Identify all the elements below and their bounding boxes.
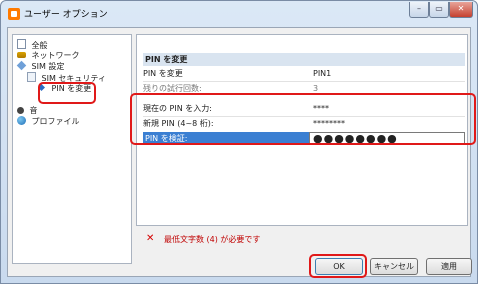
row-label: 残りの試行回数: bbox=[143, 84, 202, 93]
minimize-button[interactable]: – bbox=[409, 2, 429, 18]
verify-pin-label: PIN を検証: bbox=[143, 132, 309, 145]
error-text: 最低文字数 (4) が必要です bbox=[164, 235, 261, 244]
profile-icon bbox=[17, 116, 26, 125]
current-pin-row[interactable]: 現在の PIN を入力: **** bbox=[143, 103, 465, 115]
pin-change-icon bbox=[37, 83, 46, 92]
row-value: PIN1 bbox=[313, 69, 332, 78]
tree-item-general[interactable]: 全般 bbox=[17, 39, 48, 50]
sim-security-icon bbox=[27, 72, 36, 82]
sim-icon bbox=[16, 60, 27, 71]
verify-pin-row[interactable]: PIN を検証: ●●●●●●●● bbox=[143, 132, 465, 145]
tree-item-sim-security[interactable]: SIM セキュリティ bbox=[27, 72, 106, 83]
row-divider bbox=[143, 81, 465, 82]
tree-item-label: プロファイル bbox=[31, 117, 80, 126]
tree-item-label: SIM 設定 bbox=[31, 62, 65, 71]
title-bar: ユーザー オプション – ▭ ✕ bbox=[0, 0, 478, 26]
tree-item-network[interactable]: ネットワーク bbox=[17, 50, 80, 61]
row-label: PIN を変更 bbox=[143, 69, 183, 78]
network-icon bbox=[17, 52, 26, 58]
new-pin-value[interactable]: ******** bbox=[313, 118, 345, 130]
tree-item-sound[interactable]: 音 bbox=[17, 105, 38, 116]
app-icon bbox=[8, 8, 20, 20]
maximize-button[interactable]: ▭ bbox=[429, 2, 449, 18]
sound-icon bbox=[17, 107, 24, 114]
window-title: ユーザー オプション bbox=[24, 10, 108, 20]
error-message: ✕ 最低文字数 (4) が必要です bbox=[136, 230, 468, 246]
verify-pin-input[interactable]: ●●●●●●●● bbox=[309, 132, 465, 145]
tree-item-pin-change[interactable]: PIN を変更 bbox=[37, 83, 91, 94]
tree-item-label: ネットワーク bbox=[31, 51, 80, 60]
cancel-button[interactable]: キャンセル bbox=[370, 258, 418, 275]
row-label: 現在の PIN を入力: bbox=[143, 104, 212, 113]
tree-item-label: PIN を変更 bbox=[51, 84, 92, 93]
tree-item-label: 音 bbox=[29, 106, 38, 115]
row-label: 新規 PIN (4~8 桁): bbox=[143, 119, 214, 128]
dialog-client-area: 全般 ネットワーク SIM 設定 SIM セキュリティ PIN を変更 音 プロ… bbox=[7, 27, 472, 277]
apply-button[interactable]: 適用 bbox=[426, 258, 472, 275]
ok-button[interactable]: OK bbox=[315, 258, 363, 275]
error-icon: ✕ bbox=[146, 233, 155, 244]
new-pin-row[interactable]: 新規 PIN (4~8 桁): ******** bbox=[143, 118, 465, 130]
tree-item-profile[interactable]: プロファイル bbox=[17, 116, 80, 127]
row-divider bbox=[143, 116, 465, 117]
row-value: 3 bbox=[313, 84, 319, 93]
document-icon bbox=[17, 39, 26, 49]
pin-type-row[interactable]: PIN を変更 PIN1 bbox=[143, 68, 465, 80]
current-pin-value[interactable]: **** bbox=[313, 103, 329, 115]
options-tree: 全般 ネットワーク SIM 設定 SIM セキュリティ PIN を変更 音 プロ… bbox=[12, 34, 132, 264]
section-header: PIN を変更 bbox=[143, 53, 465, 66]
settings-panel: PIN を変更 PIN を変更 PIN1 残りの試行回数: 3 現在の PIN … bbox=[136, 34, 468, 226]
tree-item-sim-settings[interactable]: SIM 設定 bbox=[16, 60, 65, 72]
tree-item-label: SIM セキュリティ bbox=[41, 74, 106, 83]
remaining-attempts-row: 残りの試行回数: 3 bbox=[143, 83, 465, 95]
tree-item-label: 全般 bbox=[31, 41, 48, 50]
close-button[interactable]: ✕ bbox=[449, 2, 473, 18]
